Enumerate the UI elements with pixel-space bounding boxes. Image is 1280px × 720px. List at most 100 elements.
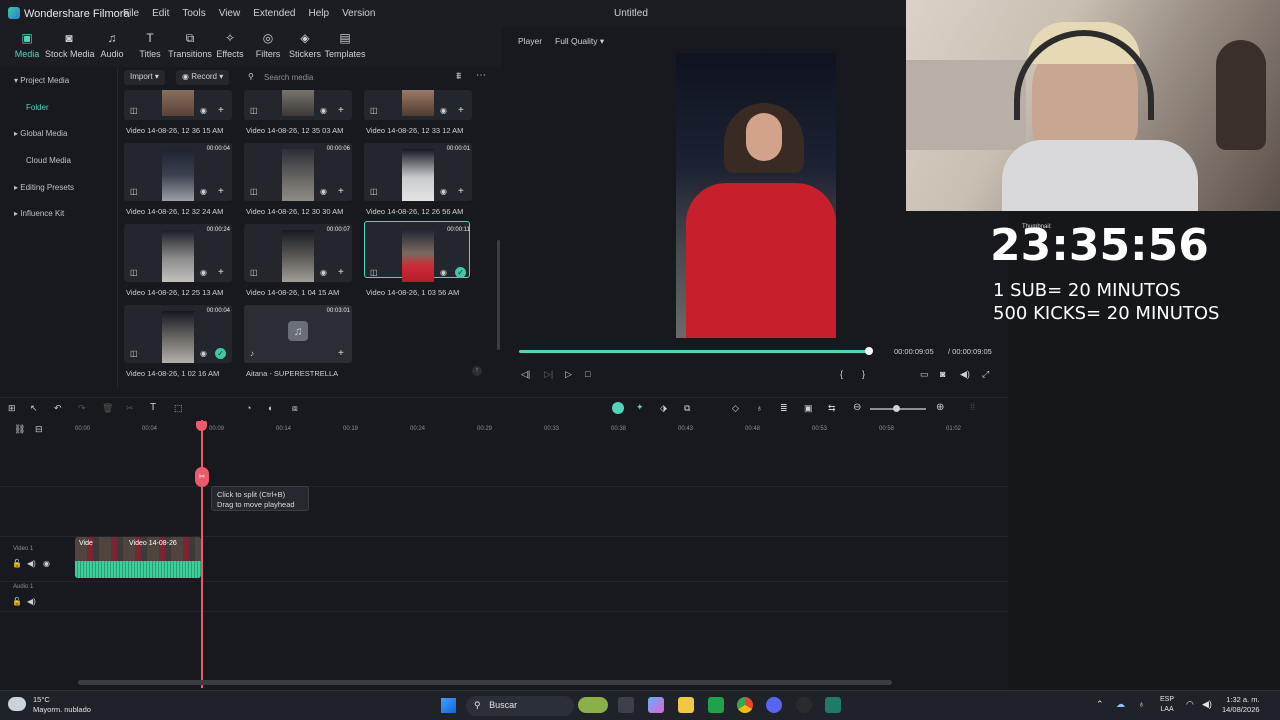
audio-lock-icon[interactable]: 🔓 [12, 597, 22, 606]
mark-out-icon[interactable]: } [862, 369, 865, 379]
nav-global-media[interactable]: ▸ Global Media [14, 129, 67, 138]
preview-icon[interactable]: ◉ [320, 268, 327, 277]
preview-icon[interactable]: ◉ [320, 106, 327, 115]
add-track-icon[interactable]: ⊟ [35, 424, 43, 435]
menu-view[interactable]: View [219, 8, 241, 19]
replace-icon[interactable]: ⇆ [828, 403, 836, 414]
scroll-top-icon[interactable]: ↑ [472, 366, 482, 376]
scene-detect-icon[interactable]: ◫ [130, 106, 138, 115]
wifi-icon[interactable]: ◠ [1186, 699, 1194, 710]
add-to-timeline-icon[interactable]: + [338, 348, 344, 359]
preview-icon[interactable]: ◉ [200, 187, 207, 196]
media-item-selected[interactable]: 00:00:11 ◫ ◉ ✓ Video 14-08-26, 1 03 56 A… [364, 221, 476, 297]
add-to-timeline-icon[interactable]: + [458, 186, 464, 197]
menu-edit[interactable]: Edit [152, 8, 169, 19]
layout-icon[interactable]: ⊞ [8, 403, 16, 414]
media-item[interactable]: 00:00:06 ◫ ◉ + Video 14-08-26, 12 30 30 … [244, 143, 356, 216]
microphone-tray-icon[interactable]: ♁ [1138, 699, 1145, 709]
crop-icon[interactable]: ⬚ [174, 403, 183, 414]
playback-progress-bar[interactable] [519, 350, 869, 353]
zoom-in-icon[interactable]: ⊕ [936, 402, 944, 413]
mute-icon[interactable]: ◀) [27, 559, 36, 568]
playhead-line[interactable] [201, 420, 203, 688]
media-item[interactable]: 00:00:04 ◫ ◉ + Video 14-08-26, 12 32 24 … [124, 143, 236, 216]
zoom-out-icon[interactable]: ⊖ [853, 402, 861, 413]
xbox-icon[interactable] [708, 697, 724, 713]
discord-icon[interactable] [766, 697, 782, 713]
media-item[interactable]: 00:00:24 ◫ ◉ + Video 14-08-26, 12 25 13 … [124, 224, 236, 297]
scene-detect-icon[interactable]: ◫ [370, 187, 378, 196]
preview-icon[interactable]: ◉ [440, 106, 447, 115]
cut-icon[interactable]: ✂ [126, 403, 134, 414]
media-item[interactable]: 00:00:01 ◫ ◉ + Video 14-08-26, 12 26 56 … [364, 143, 476, 216]
undo-icon[interactable]: ↶ [54, 403, 62, 414]
quality-select[interactable]: Full Quality ▾ [555, 36, 604, 47]
zoom-slider-knob[interactable] [893, 405, 900, 412]
app-icon[interactable] [796, 697, 812, 713]
speed-icon[interactable]: ◔ [246, 403, 251, 413]
nav-cloud-media[interactable]: Cloud Media [26, 156, 71, 165]
menu-extended[interactable]: Extended [253, 8, 295, 19]
media-item[interactable]: ◫ ◉ + Video 14-08-26, 12 35 03 AM [244, 62, 356, 135]
nav-folder[interactable]: Folder [26, 103, 49, 112]
speaker-icon[interactable]: ◀) [1202, 699, 1212, 710]
nav-editing-presets[interactable]: ▸ Editing Presets [14, 183, 74, 192]
windows-start-icon[interactable] [441, 698, 456, 713]
tool-templates[interactable]: ▤ Templates [321, 31, 369, 59]
delete-icon[interactable]: 🗑 [102, 403, 113, 414]
timeline-horizontal-scrollbar[interactable] [78, 680, 892, 685]
text-tool-icon[interactable]: T [150, 402, 156, 413]
scene-detect-icon[interactable]: ◫ [370, 106, 378, 115]
preview-icon[interactable]: ◉ [200, 268, 207, 277]
language-indicator[interactable]: ESP LAA [1160, 695, 1174, 715]
add-to-timeline-icon[interactable]: + [338, 267, 344, 278]
tray-chevron-icon[interactable]: ⌃ [1096, 699, 1104, 710]
add-to-timeline-icon[interactable]: + [218, 105, 224, 116]
play-icon[interactable]: ▷ [565, 369, 572, 380]
menu-help[interactable]: Help [308, 8, 329, 19]
nav-project-media[interactable]: ▾ Project Media [14, 76, 69, 85]
media-scrollbar[interactable] [497, 240, 500, 350]
add-to-timeline-icon[interactable]: + [458, 105, 464, 116]
audio-mute-icon[interactable]: ◀) [27, 597, 36, 606]
tool-media[interactable]: ▣ Media [3, 31, 51, 59]
transform-icon[interactable]: ⧈ [292, 403, 298, 414]
taskbar-clock[interactable]: 1:32 a. m. 14/08/2026 [1222, 695, 1260, 715]
preview-icon[interactable]: ◉ [320, 187, 327, 196]
player-tab[interactable]: Player [518, 36, 542, 46]
render-toggle-icon[interactable] [612, 402, 624, 414]
link-icon[interactable]: ⛓ [14, 424, 25, 435]
volume-icon[interactable]: ◀) [960, 369, 970, 380]
microphone-icon[interactable]: ♁ [756, 403, 763, 413]
media-item[interactable]: ◫ ◉ + Video 14-08-26, 12 33 12 AM [364, 62, 476, 135]
media-item-audio[interactable]: ♫ 00:03:01 ♪ + Aitana - SUPERESTRELLA [244, 305, 356, 378]
scene-detect-icon[interactable]: ◫ [130, 268, 138, 277]
menu-tools[interactable]: Tools [182, 8, 205, 19]
preview-icon[interactable]: ◉ [200, 349, 207, 358]
scene-detect-icon[interactable]: ◫ [250, 187, 258, 196]
stop-icon[interactable]: □ [585, 369, 590, 379]
redo-icon[interactable]: ↷ [78, 403, 86, 414]
file-explorer-icon[interactable] [678, 697, 694, 713]
picture-in-picture-icon[interactable]: ▣ [804, 403, 813, 414]
grid-view-icon[interactable]: ⁞⁞ [970, 402, 975, 412]
snapshot-icon[interactable]: ◙ [940, 369, 945, 379]
snap-icon[interactable]: ✦ [636, 402, 644, 413]
add-to-timeline-icon[interactable]: + [218, 186, 224, 197]
preview-icon[interactable]: ◉ [440, 268, 447, 277]
timeline-ruler[interactable]: ⛓ ⊟ 00:00 00:04 00:09 00:14 00:19 00:24 … [0, 420, 1008, 436]
menu-file[interactable]: File [123, 8, 139, 19]
color-icon[interactable]: ◐ [268, 403, 273, 413]
chrome-icon[interactable] [737, 697, 753, 713]
filmora-taskbar-icon[interactable] [825, 697, 841, 713]
scene-detect-icon[interactable]: ◫ [130, 349, 138, 358]
scene-detect-icon[interactable]: ◫ [130, 187, 138, 196]
preview-icon[interactable]: ◉ [200, 106, 207, 115]
scene-detect-icon[interactable]: ◫ [370, 268, 378, 277]
copilot-icon[interactable] [648, 697, 664, 713]
preview-icon[interactable]: ◉ [440, 187, 447, 196]
add-to-timeline-icon[interactable]: + [338, 186, 344, 197]
more-options-icon[interactable]: ⋯ [476, 70, 486, 81]
menu-version[interactable]: Version [342, 8, 375, 19]
task-view-icon[interactable] [618, 697, 634, 713]
